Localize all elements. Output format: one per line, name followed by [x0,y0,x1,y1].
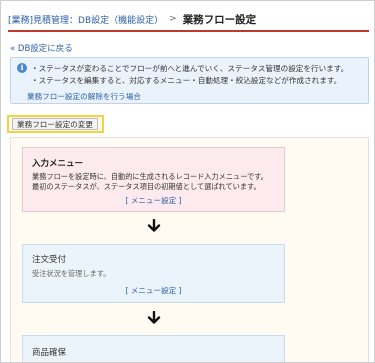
flow-card-input-menu: 入力メニュー 業務フローを設定時に、自動的に生成されるレコード入力メニューです。… [22,147,285,212]
cancel-flow-setting-link[interactable]: 業務フロー設定の解除を行う場合 [27,91,141,102]
menu-settings-link[interactable]: [ メニュー設定 ] [23,285,284,296]
flow-card-description: 受注状況を管理します。 [32,269,111,278]
page-title: 業務フロー設定 [182,13,257,26]
back-to-db-settings-link[interactable]: « DB設定に戻る [10,42,73,54]
flow-card-title: 商品確保 [32,348,67,358]
flow-card-description: 業務フローを設定時に、自動的に生成されるレコード入力メニューです。 [32,172,268,181]
breadcrumb-separator: > [169,14,177,24]
flow-card-title: 入力メニュー [32,159,84,169]
flow-card-stock-reserve: 商品確保 [22,335,285,362]
flow-card-title: 注文受付 [32,255,67,265]
arrow-down-icon [147,311,161,324]
app-frame: [業務]見積管理：DB設定（機能設定） > 業務フロー設定 « DB設定に戻る … [0,0,375,363]
change-flow-settings-button[interactable]: 業務フロー設定の変更 [12,118,98,130]
info-icon: i [17,63,27,73]
info-text-line: ・ステータスを編集すると、対応するメニュー・自動処理・絞込設定などが作成されます… [31,76,342,85]
flow-card-order-received: 注文受付 受注状況を管理します。 [ メニュー設定 ] [22,244,285,303]
header-divider [8,30,369,32]
menu-settings-link[interactable]: [ メニュー設定 ] [23,195,284,206]
flow-card-description: 最初のステータスが、ステータス項目の初期値として選ばれています。 [32,182,261,191]
info-text-line: ・ステータスが変わることでフローが前へと進んでいく、ステータス管理の設定を行いま… [31,64,349,73]
info-box: i ・ステータスが変わることでフローが前へと進んでいく、ステータス管理の設定を行… [10,57,369,104]
arrow-down-icon [147,219,161,232]
breadcrumb-parent-link[interactable]: [業務]見積管理：DB設定（機能設定） [8,13,163,26]
breadcrumb: [業務]見積管理：DB設定（機能設定） > 業務フロー設定 [8,8,368,30]
